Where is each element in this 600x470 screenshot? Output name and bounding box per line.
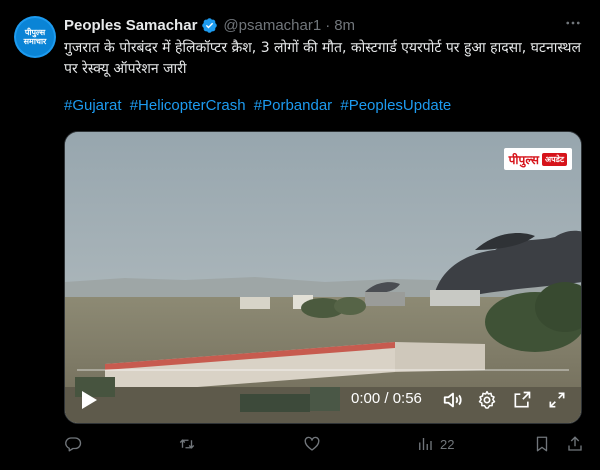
video-time-display: 0:00 / 0:56 bbox=[351, 390, 422, 407]
volume-icon[interactable] bbox=[441, 388, 465, 412]
tweet-header: Peoples Samachar @psamachar1 · 8m bbox=[64, 15, 355, 35]
bookmark-icon bbox=[536, 436, 548, 452]
reply-icon bbox=[65, 437, 82, 452]
like-icon bbox=[304, 436, 320, 451]
views-icon bbox=[419, 438, 432, 450]
avatar-logo: पीपुल्स समाचार bbox=[16, 18, 54, 56]
avatar-text-line1: पीपुल्स bbox=[24, 28, 46, 37]
retweet-button[interactable] bbox=[178, 432, 202, 456]
views-button[interactable]: 22 bbox=[416, 432, 454, 456]
hashtag-gujarat[interactable]: #Gujarat bbox=[64, 97, 122, 114]
timestamp[interactable]: 8m bbox=[334, 17, 355, 34]
popout-icon[interactable] bbox=[510, 388, 534, 412]
settings-icon[interactable] bbox=[475, 388, 499, 412]
reply-button[interactable] bbox=[64, 432, 88, 456]
more-icon[interactable] bbox=[564, 14, 582, 37]
retweet-icon bbox=[179, 439, 195, 449]
video-player[interactable]: पीपुल्स अपडेट 0:00 / 0:56 bbox=[64, 131, 582, 424]
fullscreen-icon[interactable] bbox=[545, 388, 569, 412]
share-button[interactable] bbox=[566, 432, 584, 456]
watermark-main: पीपुल्स bbox=[508, 152, 540, 167]
tweet-actions: 22 bbox=[64, 432, 584, 456]
hashtag-helicoptercrash[interactable]: #HelicopterCrash bbox=[130, 97, 246, 114]
hashtag-porbandar[interactable]: #Porbandar bbox=[254, 97, 332, 114]
avatar[interactable]: पीपुल्स समाचार bbox=[14, 16, 56, 58]
like-button[interactable] bbox=[303, 432, 327, 456]
hashtag-peoplesupdate[interactable]: #PeoplesUpdate bbox=[340, 97, 451, 114]
separator: · bbox=[325, 16, 331, 34]
video-controls: 0:00 / 0:56 bbox=[65, 377, 581, 423]
author-name[interactable]: Peoples Samachar bbox=[64, 17, 197, 34]
avatar-text-line2: समाचार bbox=[23, 37, 47, 46]
play-icon[interactable] bbox=[77, 388, 101, 412]
bookmark-button[interactable] bbox=[533, 432, 551, 456]
hashtag-list: #Gujarat #HelicopterCrash #Porbandar #Pe… bbox=[64, 97, 455, 114]
share-icon bbox=[568, 436, 582, 451]
tweet-card[interactable]: पीपुल्स समाचार Peoples Samachar @psamach… bbox=[0, 0, 600, 470]
watermark-sub: अपडेट bbox=[542, 152, 567, 166]
tweet-text: गुजरात के पोरबंदर में हेलिकॉप्टर क्रैश, … bbox=[64, 40, 581, 77]
video-watermark-logo: पीपुल्स अपडेट bbox=[503, 148, 572, 170]
views-count: 22 bbox=[440, 436, 455, 452]
author-handle[interactable]: @psamachar1 bbox=[223, 17, 321, 34]
verified-badge-icon bbox=[202, 17, 218, 33]
video-progress-bar[interactable] bbox=[77, 369, 569, 371]
